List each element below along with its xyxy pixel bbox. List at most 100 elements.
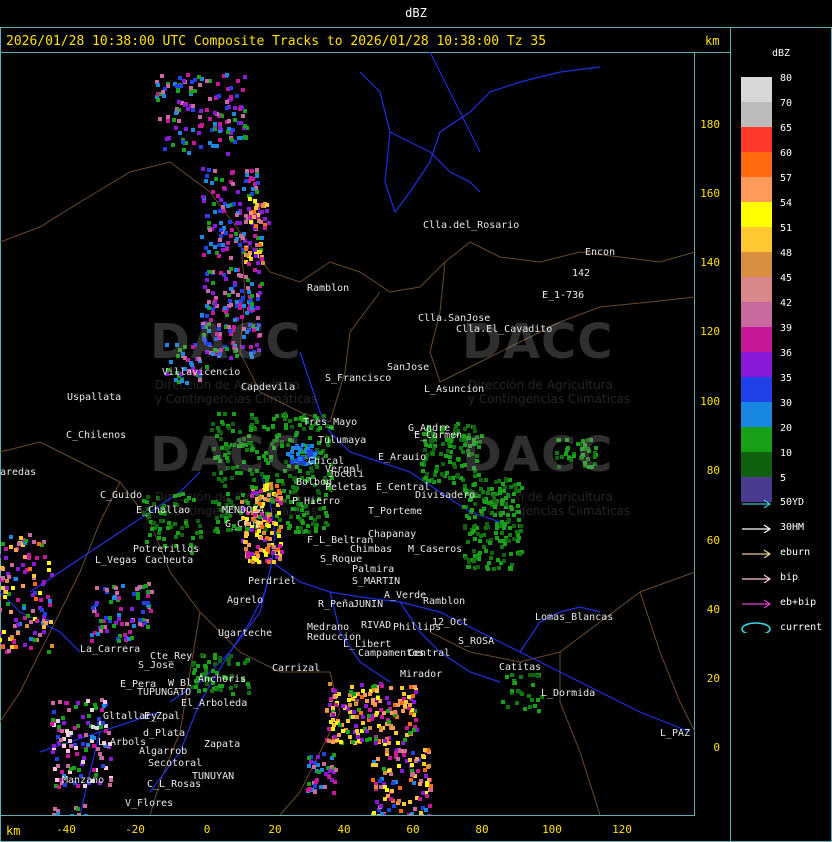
echo-cell — [467, 565, 471, 569]
echo-cell — [265, 536, 269, 540]
echo-cell — [241, 114, 245, 118]
echo-cell — [29, 620, 33, 624]
place-label: Uspallata — [67, 392, 122, 403]
echo-cell — [50, 722, 54, 726]
echo-cell — [84, 748, 88, 752]
echo-cell — [1, 567, 5, 571]
radar-map[interactable]: DACC DACC DACC DACC Dirección de Agricul… — [0, 52, 695, 815]
echo-cell — [271, 551, 275, 555]
echo-cell — [213, 302, 217, 306]
echo-cell — [331, 727, 335, 731]
echo-cell — [370, 717, 374, 721]
echo-cell — [16, 623, 20, 627]
place-label: JUNIN — [353, 599, 384, 610]
echo-cell — [177, 100, 181, 104]
echo-cell — [242, 304, 246, 308]
place-label: Cacheuta — [145, 555, 194, 566]
echo-cell — [272, 560, 276, 564]
echo-cell — [248, 251, 252, 255]
echo-cell — [199, 535, 203, 539]
echo-cell — [398, 786, 402, 790]
echo-cell — [456, 457, 460, 461]
echo-cell — [396, 757, 400, 761]
echo-cell — [228, 299, 232, 303]
echo-cell — [14, 618, 18, 622]
echo-cell — [238, 107, 242, 111]
echo-cell — [226, 152, 230, 156]
echo-cell — [244, 220, 248, 224]
place-label: Clla.El_Cavadito — [456, 324, 553, 335]
echo-cell — [47, 650, 51, 654]
echo-cell — [232, 202, 236, 206]
echo-cell — [98, 752, 102, 756]
echo-cell — [495, 536, 499, 540]
echo-cell — [228, 220, 232, 224]
place-label: Ugarteche — [218, 628, 273, 639]
echo-cell — [136, 596, 140, 600]
echo-cell — [308, 436, 312, 440]
echo-cell — [82, 756, 86, 760]
legend-label: 48 — [780, 248, 793, 259]
echo-cell — [327, 775, 331, 779]
echo-cell — [0, 554, 1, 558]
echo-cell — [115, 591, 119, 595]
echo-cell — [516, 539, 520, 543]
echo-cell — [237, 273, 241, 277]
echo-cell — [74, 746, 78, 750]
echo-cell — [313, 761, 317, 765]
echo-cell — [251, 177, 255, 181]
echo-cell — [236, 662, 240, 666]
echo-cell — [37, 542, 41, 546]
echo-cell — [38, 591, 42, 595]
echo-cell — [380, 812, 384, 815]
echo-cell — [211, 190, 215, 194]
echo-cell — [350, 685, 354, 689]
echo-cell — [476, 532, 480, 536]
legend-swatch-57 — [741, 177, 772, 202]
echo-cell — [536, 674, 540, 678]
echo-cell — [199, 530, 203, 534]
echo-cell — [48, 599, 52, 603]
echo-cell — [327, 727, 331, 731]
echo-cell — [176, 531, 180, 535]
echo-cell — [149, 609, 153, 613]
echo-cell — [508, 566, 512, 570]
echo-cell — [40, 608, 44, 612]
echo-cell — [204, 179, 208, 183]
echo-cell — [211, 422, 215, 426]
echo-cell — [448, 476, 452, 480]
echo-cell — [56, 812, 60, 815]
place-label: Chapanay — [368, 529, 417, 540]
y-tick-label: 120 — [700, 325, 720, 338]
echo-cell — [227, 293, 231, 297]
echo-cell — [214, 177, 218, 181]
echo-cell — [213, 662, 217, 666]
echo-cell — [322, 526, 326, 530]
echo-cell — [221, 248, 225, 252]
echo-cell — [319, 785, 323, 789]
echo-cell — [386, 709, 390, 713]
composite-header: 2026/01/28 10:38:00 UTC Composite Tracks… — [6, 34, 547, 49]
echo-cell — [380, 715, 384, 719]
echo-cell — [246, 555, 250, 559]
echo-cell — [394, 731, 398, 735]
echo-cell — [507, 539, 511, 543]
echo-cell — [255, 174, 259, 178]
echo-cell — [182, 148, 186, 152]
place-label: C_L_Rosas — [147, 779, 202, 790]
echo-cell — [250, 485, 254, 489]
echo-cell — [198, 124, 202, 128]
echo-cell — [256, 261, 260, 265]
echo-cell — [233, 106, 237, 110]
echo-cell — [372, 811, 376, 815]
echo-cell — [472, 483, 476, 487]
place-label: T_Porteme — [368, 506, 423, 517]
echo-cell — [107, 731, 111, 735]
echo-cell — [202, 253, 206, 257]
echo-cell — [222, 209, 226, 213]
echo-cell — [121, 584, 125, 588]
echo-cell — [402, 692, 406, 696]
echo-cell — [425, 781, 429, 785]
echo-cell — [243, 75, 247, 79]
echo-cell — [488, 541, 492, 545]
